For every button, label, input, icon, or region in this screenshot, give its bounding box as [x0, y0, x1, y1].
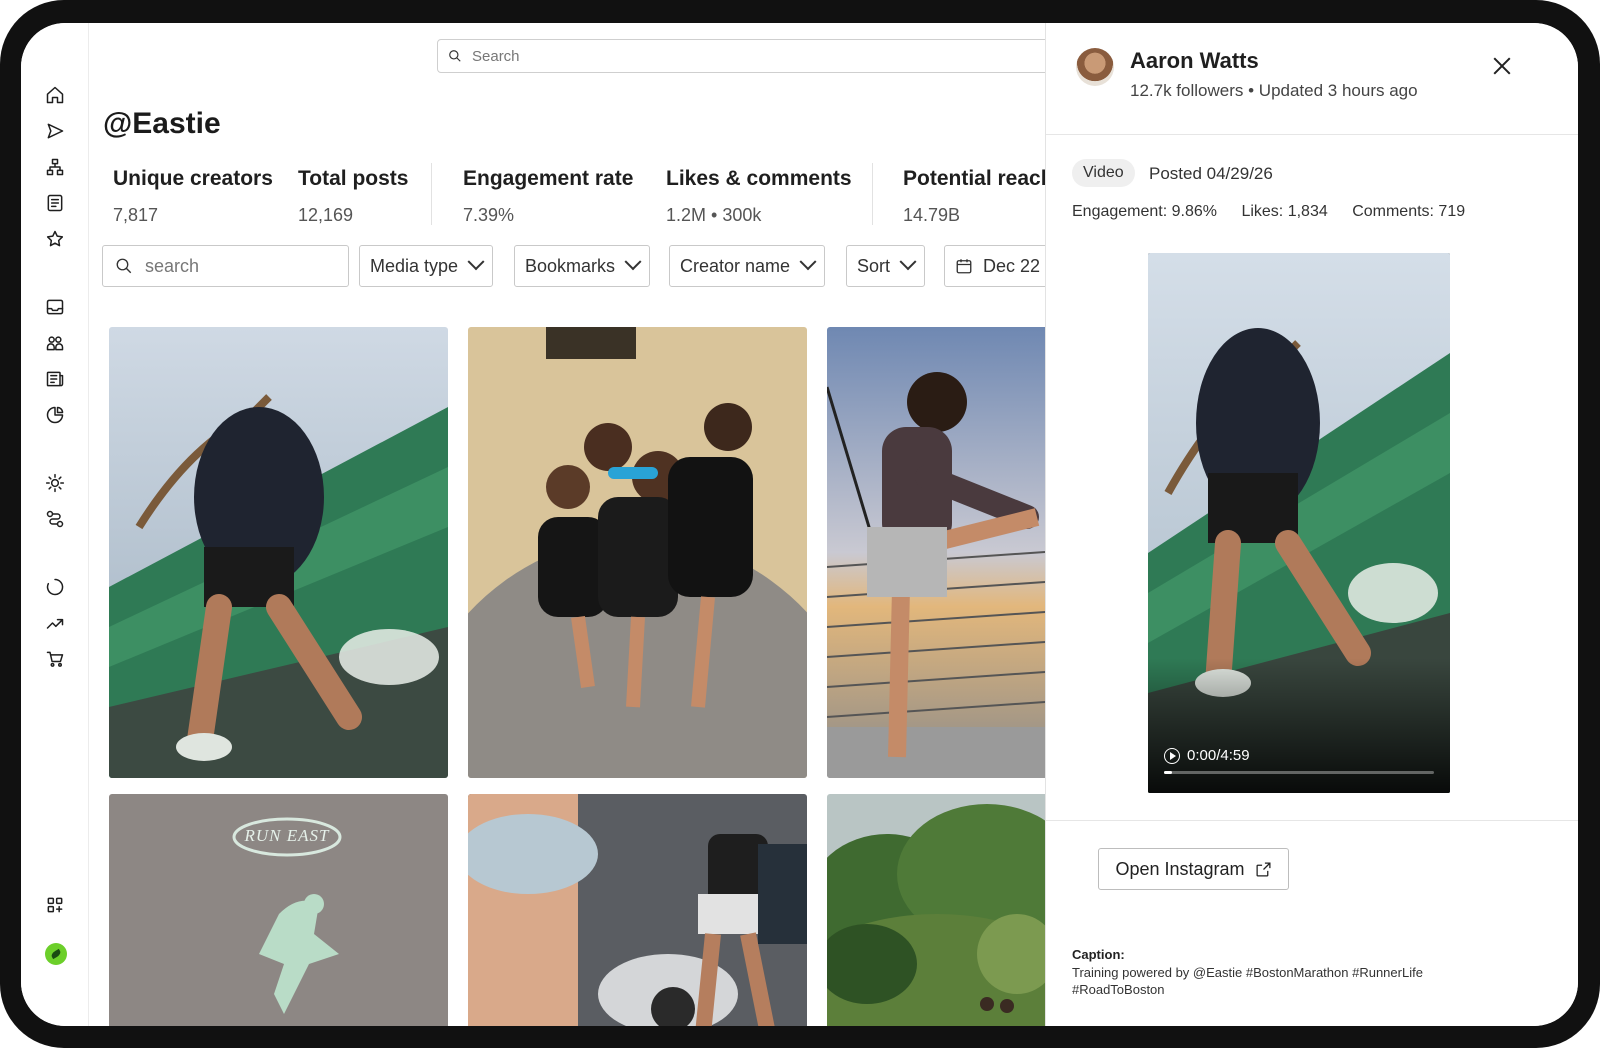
stat-potential-reach: Potential reach 14.79B: [903, 167, 1054, 226]
route-icon[interactable]: [43, 507, 67, 531]
stat-label: Engagement rate: [463, 167, 634, 190]
panel-divider: [1046, 820, 1578, 821]
chevron-down-icon: [467, 253, 485, 271]
stat-label: Potential reach: [903, 167, 1054, 190]
group-photo: [468, 327, 807, 778]
search-icon: [116, 258, 132, 274]
date-range-label: Dec 22: [983, 255, 1041, 276]
chevron-down-icon: [624, 253, 642, 271]
hillside-photo: [827, 794, 1045, 1026]
post-detail-panel: Aaron Watts 12.7k followers • Updated 3 …: [1045, 23, 1578, 1026]
loading-icon[interactable]: [43, 575, 67, 599]
stat-value: 1.2M • 300k: [666, 205, 762, 225]
stat-unique-creators: Unique creators 7,817: [113, 167, 273, 226]
page-title: @Eastie: [103, 107, 221, 140]
video-time-label: 0:00/4:59: [1187, 747, 1250, 764]
runner-photo: [109, 327, 448, 778]
star-icon[interactable]: [43, 227, 67, 251]
global-search-placeholder: Search: [472, 47, 520, 65]
video-frame: [1148, 253, 1450, 793]
post-tile-group-photo[interactable]: [468, 327, 807, 778]
media-type-badge: Video: [1072, 159, 1135, 187]
open-instagram-label: Open Instagram: [1115, 858, 1245, 879]
lightbulb-icon[interactable]: [43, 471, 67, 495]
creator-subtitle: 12.7k followers • Updated 3 hours ago: [1130, 81, 1418, 100]
apps-icon[interactable]: [43, 893, 67, 917]
post-metrics: Engagement: 9.86% Likes: 1,834 Comments:…: [1072, 203, 1485, 221]
sort-dropdown[interactable]: Sort: [846, 245, 926, 287]
likes-metric: Likes: 1,834: [1241, 203, 1328, 220]
post-tile-stretching-runner[interactable]: [827, 327, 1045, 778]
comments-metric: Comments: 719: [1352, 203, 1466, 220]
content-search-input[interactable]: search: [102, 245, 349, 287]
sort-label: Sort: [857, 255, 891, 276]
bookmarks-label: Bookmarks: [525, 255, 616, 276]
content-search-placeholder: search: [145, 255, 200, 276]
document-icon[interactable]: [43, 191, 67, 215]
send-icon[interactable]: [43, 119, 67, 143]
post-tile-run-east-shirt[interactable]: RUN EAST: [109, 794, 448, 1026]
calendar-icon: [956, 259, 972, 274]
post-tile-runners-motion[interactable]: [468, 794, 807, 1026]
close-icon[interactable]: [1491, 55, 1513, 77]
home-icon[interactable]: [43, 83, 67, 107]
newspaper-icon[interactable]: [43, 367, 67, 391]
app-screen: Search @Eastie Unique creators 7,817 Tot…: [21, 23, 1578, 1026]
panel-divider: [1046, 134, 1578, 135]
people-icon[interactable]: [43, 331, 67, 355]
media-type-label: Media type: [370, 255, 459, 276]
run-east-print: RUN EAST: [244, 826, 330, 845]
stat-divider: [431, 163, 432, 225]
stretching-photo: [827, 327, 1045, 778]
device-frame: Search @Eastie Unique creators 7,817 Tot…: [0, 0, 1600, 1048]
stat-engagement-rate: Engagement rate 7.39%: [463, 167, 633, 226]
cart-icon[interactable]: [43, 647, 67, 671]
creator-name-dropdown[interactable]: Creator name: [669, 245, 826, 287]
video-progress-bar[interactable]: [1164, 771, 1434, 774]
caption-label: Caption:: [1072, 947, 1125, 962]
stat-value: 12,169: [298, 205, 354, 225]
chevron-down-icon: [799, 253, 817, 271]
media-type-dropdown[interactable]: Media type: [359, 245, 494, 287]
inbox-icon[interactable]: [43, 295, 67, 319]
creator-name-label: Creator name: [680, 255, 791, 276]
post-tile-hillside[interactable]: [827, 794, 1045, 1026]
pie-chart-icon[interactable]: [43, 403, 67, 427]
stat-label: Likes & comments: [666, 167, 852, 190]
chevron-down-icon: [899, 253, 917, 271]
stat-divider: [872, 163, 873, 225]
trend-up-icon[interactable]: [43, 611, 67, 635]
caption-text: Training powered by @Eastie #BostonMarat…: [1072, 965, 1423, 997]
video-progress-fill: [1164, 771, 1173, 774]
stat-likes-comments: Likes & comments 1.2M • 300k: [666, 167, 852, 226]
open-instagram-button[interactable]: Open Instagram: [1098, 848, 1289, 890]
creator-name[interactable]: Aaron Watts: [1130, 48, 1259, 74]
sidebar: [21, 23, 89, 1026]
search-icon: [449, 50, 461, 62]
engagement-metric: Engagement: 9.86%: [1072, 203, 1217, 220]
stat-label: Unique creators: [113, 167, 273, 190]
posted-date: Posted 04/29/26: [1149, 164, 1273, 183]
play-icon[interactable]: [1164, 747, 1180, 764]
stat-total-posts: Total posts 12,169: [298, 167, 408, 226]
video-player[interactable]: 0:00/4:59: [1148, 253, 1450, 793]
stat-label: Total posts: [298, 167, 409, 190]
video-time: 0:00/4:59: [1164, 747, 1250, 764]
external-link-icon: [1256, 861, 1271, 877]
user-avatar[interactable]: [45, 943, 67, 965]
creator-avatar[interactable]: [1076, 48, 1114, 86]
stat-value: 7,817: [113, 205, 159, 225]
post-tile-runner-bridge[interactable]: [109, 327, 448, 778]
hierarchy-icon[interactable]: [43, 155, 67, 179]
motion-photo: [468, 794, 807, 1026]
stat-value: 14.79B: [903, 205, 961, 225]
stat-value: 7.39%: [463, 205, 515, 225]
bookmarks-dropdown[interactable]: Bookmarks: [514, 245, 651, 287]
global-search-input[interactable]: Search: [437, 39, 1077, 73]
